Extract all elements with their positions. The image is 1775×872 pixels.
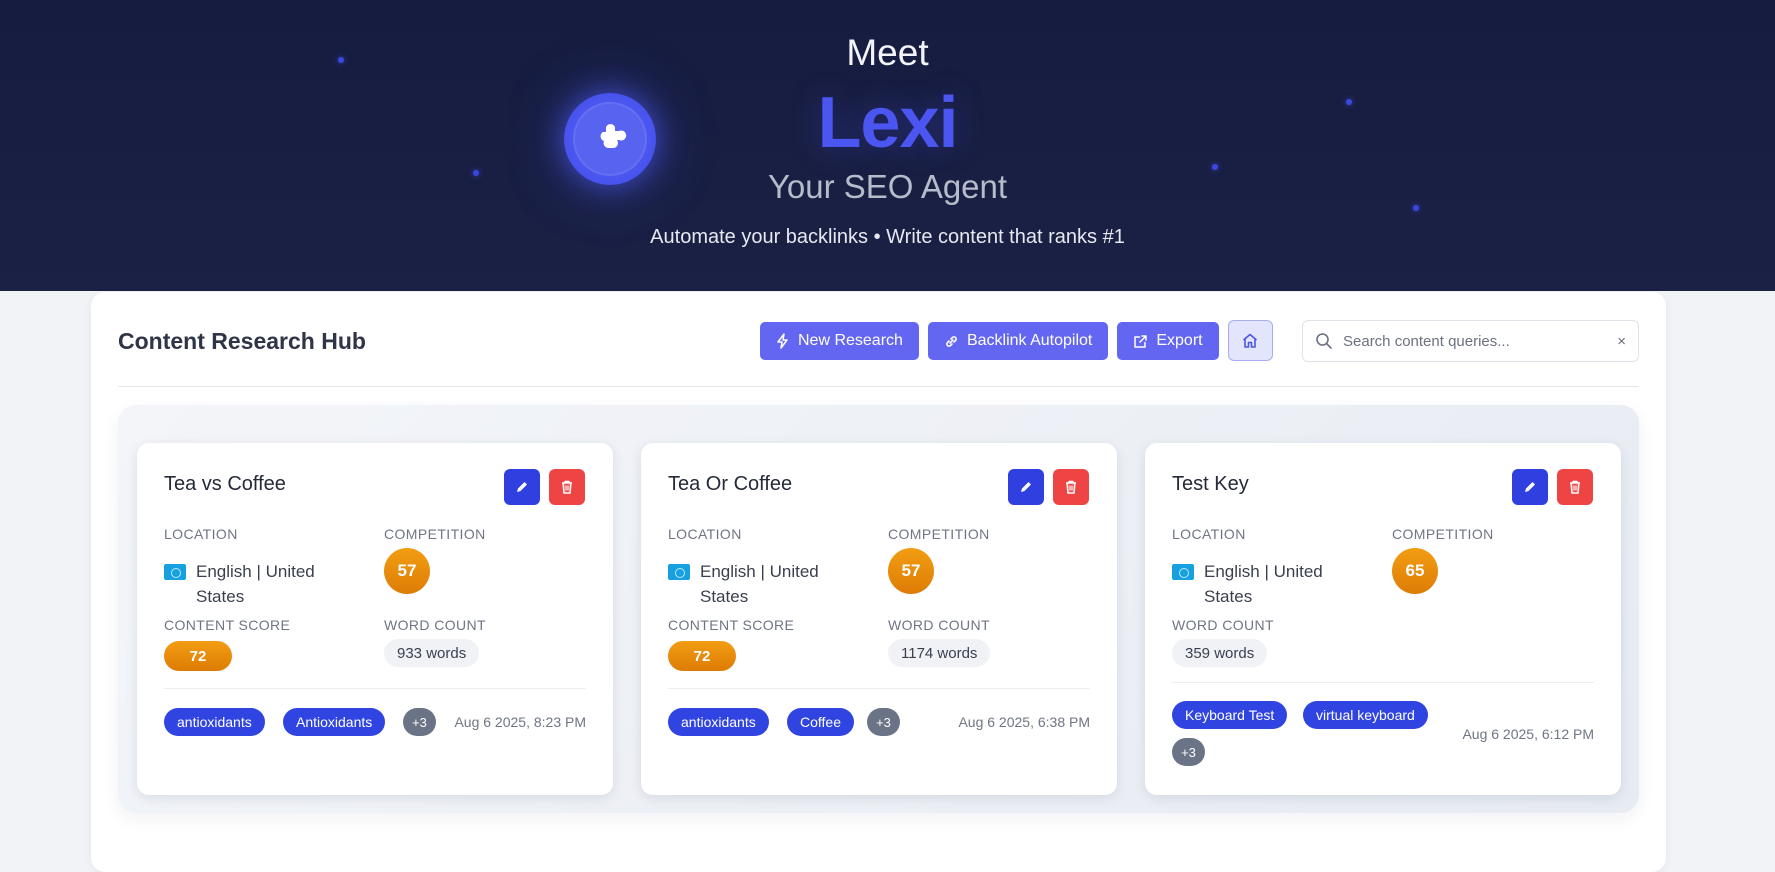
page-title: Content Research Hub [118, 328, 366, 354]
word-count-label: WORD COUNT [1172, 617, 1274, 633]
edit-button[interactable] [1008, 469, 1044, 505]
hero-meet-text: Meet [846, 32, 929, 73]
divider [118, 386, 1639, 387]
more-tags-badge[interactable]: +3 [867, 708, 900, 736]
keyword-tag[interactable]: Antioxidants [283, 708, 386, 736]
word-count-badge: 1174 words [888, 639, 991, 667]
home-button[interactable] [1227, 320, 1273, 361]
search-icon [1316, 333, 1332, 349]
keyword-tag[interactable]: virtual keyboard [1303, 701, 1428, 729]
search-input[interactable] [1343, 332, 1618, 350]
competition-label: COMPETITION [1392, 526, 1494, 542]
trash-icon [1066, 480, 1076, 494]
more-tags-badge[interactable]: +3 [1172, 738, 1205, 766]
pencil-icon [1021, 482, 1031, 492]
location-line: English | United [196, 562, 315, 581]
hero-tagline: Automate your backlinks • Write content … [650, 226, 1125, 248]
location-line: States [1204, 587, 1253, 606]
keyword-tag[interactable]: Coffee [787, 708, 854, 736]
research-card-grid: Tea vs Coffee LOCATION COMPETITION Engli… [118, 405, 1639, 813]
more-tags-badge[interactable]: +3 [403, 708, 436, 736]
card-title: Tea Or Coffee [668, 473, 793, 495]
location-line: States [700, 587, 749, 606]
research-card[interactable]: Test Key LOCATION COMPETITION English | … [1145, 443, 1621, 795]
search-box: × [1302, 320, 1639, 362]
competition-badge: 57 [888, 548, 934, 594]
card-title: Test Key [1172, 473, 1249, 495]
backlink-autopilot-label: Backlink Autopilot [966, 332, 1093, 349]
delete-button[interactable] [549, 469, 585, 505]
location-label: LOCATION [668, 526, 742, 542]
pencil-icon [517, 482, 527, 492]
trash-icon [1570, 480, 1580, 494]
toolbar: New Research Backlink Autopilot Export [760, 320, 1273, 361]
globe-flag-icon [1172, 564, 1194, 580]
delete-button[interactable] [1053, 469, 1089, 505]
edit-button[interactable] [504, 469, 540, 505]
lightning-icon [777, 333, 788, 349]
competition-label: COMPETITION [888, 526, 990, 542]
keyword-tag[interactable]: antioxidants [668, 708, 769, 736]
agent-name: Lexi [817, 83, 958, 163]
content-score-badge: 72 [164, 641, 232, 671]
export-label: Export [1156, 332, 1203, 349]
card-title: Tea vs Coffee [164, 473, 286, 495]
hero-banner: Meet Lexi Your SEO Agent Automate your b… [0, 0, 1775, 291]
content-score-label: CONTENT SCORE [164, 617, 291, 633]
card-divider [668, 688, 1090, 689]
globe-flag-icon [668, 564, 690, 580]
card-divider [1172, 682, 1594, 683]
card-date: Aug 6 2025, 6:12 PM [1462, 726, 1594, 742]
new-research-label: New Research [798, 332, 903, 349]
research-card[interactable]: Tea Or Coffee LOCATION COMPETITION Engli… [641, 443, 1117, 795]
backlink-autopilot-button[interactable]: Backlink Autopilot [927, 322, 1109, 360]
card-date: Aug 6 2025, 8:23 PM [454, 714, 586, 730]
content-score-label: CONTENT SCORE [668, 617, 795, 633]
location-line: English | United [700, 562, 819, 581]
research-card[interactable]: Tea vs Coffee LOCATION COMPETITION Engli… [137, 443, 613, 795]
content-research-panel: Content Research Hub New Research Backli… [91, 292, 1666, 872]
competition-label: COMPETITION [384, 526, 486, 542]
trash-icon [562, 480, 572, 494]
location-line: States [196, 587, 245, 606]
hero-subtitle: Your SEO Agent [767, 168, 1008, 205]
edit-button[interactable] [1512, 469, 1548, 505]
location-value: English | United States [668, 559, 868, 609]
word-count-label: WORD COUNT [888, 617, 990, 633]
home-icon [1243, 333, 1258, 348]
word-count-badge: 359 words [1172, 639, 1268, 667]
card-divider [164, 688, 586, 689]
competition-badge: 65 [1392, 548, 1438, 594]
clear-search-button[interactable]: × [1617, 333, 1626, 350]
external-link-icon [1134, 334, 1148, 348]
keyword-tag[interactable]: antioxidants [164, 708, 265, 736]
content-score-badge: 72 [668, 641, 736, 671]
location-value: English | United States [164, 559, 364, 609]
new-research-button[interactable]: New Research [760, 322, 919, 360]
delete-button[interactable] [1557, 469, 1593, 505]
export-button[interactable]: Export [1117, 322, 1219, 360]
link-icon [946, 335, 957, 347]
location-label: LOCATION [164, 526, 238, 542]
location-value: English | United States [1172, 559, 1372, 609]
card-date: Aug 6 2025, 6:38 PM [958, 714, 1090, 730]
globe-flag-icon [164, 564, 186, 580]
keyword-tag[interactable]: Keyboard Test [1172, 701, 1288, 729]
word-count-badge: 933 words [384, 639, 480, 667]
location-label: LOCATION [1172, 526, 1246, 542]
competition-badge: 57 [384, 548, 430, 594]
word-count-label: WORD COUNT [384, 617, 486, 633]
pencil-icon [1525, 482, 1535, 492]
location-line: English | United [1204, 562, 1323, 581]
